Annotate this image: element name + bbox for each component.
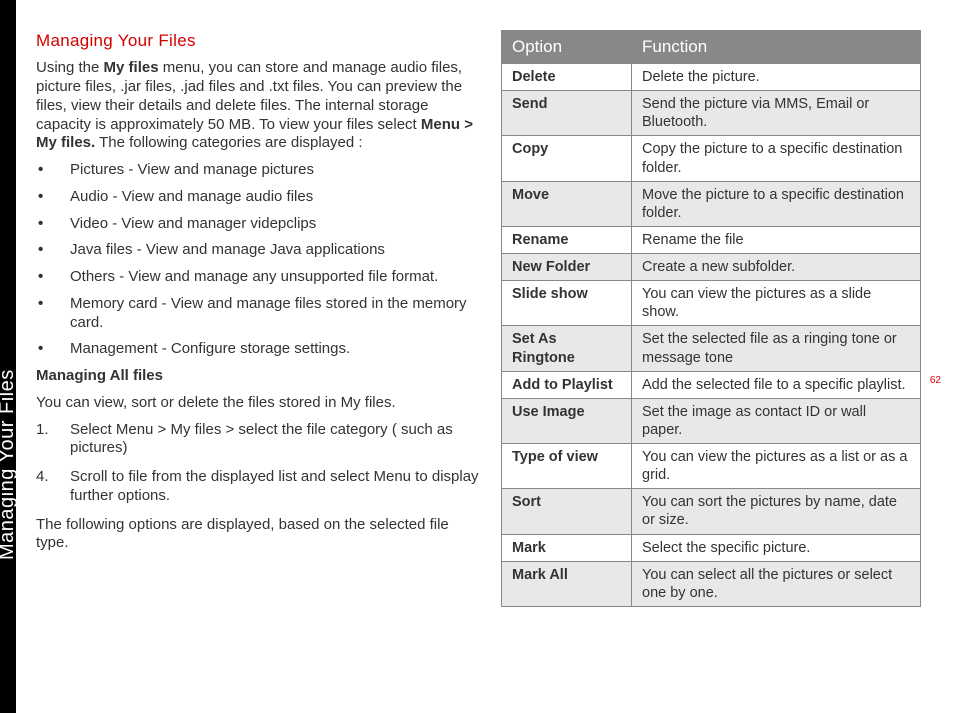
- bullet-icon: •: [36, 295, 70, 333]
- bullet-icon: •: [36, 241, 70, 260]
- list-item: •Management - Configure storage settings…: [36, 340, 481, 359]
- th-function: Function: [632, 31, 921, 64]
- table-row: DeleteDelete the picture.: [502, 64, 921, 91]
- cell-function: Copy the picture to a specific destinati…: [632, 136, 921, 181]
- table-row: Set As RingtoneSet the selected file as …: [502, 326, 921, 371]
- category-list: •Pictures - View and manage pictures•Aud…: [36, 161, 481, 359]
- text-run: The following categories are displayed :: [95, 134, 362, 151]
- list-item: •Audio - View and manage audio files: [36, 188, 481, 207]
- list-item-text: Management - Configure storage settings.: [70, 340, 481, 359]
- steps-list: 1.Select Menu > My files > select the fi…: [36, 421, 481, 506]
- list-item-text: Java files - View and manage Java applic…: [70, 241, 481, 260]
- th-option: Option: [502, 31, 632, 64]
- list-item: •Others - View and manage any unsupporte…: [36, 268, 481, 287]
- text-run: Scroll to file from the displayed list a…: [70, 468, 373, 485]
- intro-paragraph: Using the My files menu, you can store a…: [36, 59, 481, 153]
- list-item-text: Audio - View and manage audio files: [70, 188, 481, 207]
- text-run: Menu > My files: [116, 421, 221, 438]
- text-run: Menu: [373, 468, 411, 485]
- text-run: My files: [104, 59, 159, 76]
- list-item-text: Memory card - View and manage files stor…: [70, 295, 481, 333]
- table-row: Mark AllYou can select all the pictures …: [502, 561, 921, 606]
- sidebar-tab: Managing Your Files: [0, 0, 16, 713]
- bullet-icon: •: [36, 188, 70, 207]
- trailing-paragraph: The following options are displayed, bas…: [36, 516, 481, 554]
- list-item: •Pictures - View and manage pictures: [36, 161, 481, 180]
- step-item: 4.Scroll to file from the displayed list…: [36, 468, 481, 506]
- cell-option: Mark All: [502, 561, 632, 606]
- table-row: Type of viewYou can view the pictures as…: [502, 444, 921, 489]
- table-row: Use ImageSet the image as contact ID or …: [502, 398, 921, 443]
- cell-option: New Folder: [502, 254, 632, 281]
- cell-function: Send the picture via MMS, Email or Bluet…: [632, 91, 921, 136]
- cell-option: Add to Playlist: [502, 371, 632, 398]
- options-table: Option Function DeleteDelete the picture…: [501, 30, 921, 607]
- step-item: 1.Select Menu > My files > select the fi…: [36, 421, 481, 459]
- cell-option: Delete: [502, 64, 632, 91]
- bullet-icon: •: [36, 340, 70, 359]
- sidebar-label: Managing Your Files: [0, 369, 19, 560]
- cell-option: Mark: [502, 534, 632, 561]
- cell-function: Set the selected file as a ringing tone …: [632, 326, 921, 371]
- page-number: 62: [930, 375, 941, 386]
- cell-function: You can view the pictures as a list or a…: [632, 444, 921, 489]
- cell-option: Copy: [502, 136, 632, 181]
- list-item-text: Others - View and manage any unsupported…: [70, 268, 481, 287]
- table-row: New FolderCreate a new subfolder.: [502, 254, 921, 281]
- cell-option: Type of view: [502, 444, 632, 489]
- text-run: Using the: [36, 59, 104, 76]
- table-row: CopyCopy the picture to a specific desti…: [502, 136, 921, 181]
- table-row: Add to PlaylistAdd the selected file to …: [502, 371, 921, 398]
- cell-function: Create a new subfolder.: [632, 254, 921, 281]
- page-content: Managing Your Files Using the My files m…: [36, 30, 948, 607]
- cell-option: Move: [502, 181, 632, 226]
- text-run: Select: [70, 421, 116, 438]
- cell-function: You can view the pictures as a slide sho…: [632, 281, 921, 326]
- sub-paragraph: You can view, sort or delete the files s…: [36, 394, 481, 413]
- step-text: Scroll to file from the displayed list a…: [70, 468, 481, 506]
- cell-function: Add the selected file to a specific play…: [632, 371, 921, 398]
- cell-function: You can select all the pictures or selec…: [632, 561, 921, 606]
- cell-function: Delete the picture.: [632, 64, 921, 91]
- table-row: MarkSelect the specific picture.: [502, 534, 921, 561]
- list-item-text: Video - View and manager videpclips: [70, 215, 481, 234]
- cell-option: Slide show: [502, 281, 632, 326]
- left-column: Managing Your Files Using the My files m…: [36, 30, 481, 607]
- cell-option: Set As Ringtone: [502, 326, 632, 371]
- cell-function: Rename the file: [632, 226, 921, 253]
- subheading: Managing All files: [36, 367, 481, 386]
- bullet-icon: •: [36, 215, 70, 234]
- step-text: Select Menu > My files > select the file…: [70, 421, 481, 459]
- bullet-icon: •: [36, 268, 70, 287]
- list-item: •Memory card - View and manage files sto…: [36, 295, 481, 333]
- step-number: 1.: [36, 421, 70, 459]
- table-row: SortYou can sort the pictures by name, d…: [502, 489, 921, 534]
- table-row: SendSend the picture via MMS, Email or B…: [502, 91, 921, 136]
- cell-option: Send: [502, 91, 632, 136]
- table-row: MoveMove the picture to a specific desti…: [502, 181, 921, 226]
- bullet-icon: •: [36, 161, 70, 180]
- table-row: Slide showYou can view the pictures as a…: [502, 281, 921, 326]
- page-title: Managing Your Files: [36, 30, 481, 51]
- cell-option: Use Image: [502, 398, 632, 443]
- cell-function: Move the picture to a specific destinati…: [632, 181, 921, 226]
- list-item: •Java files - View and manage Java appli…: [36, 241, 481, 260]
- cell-option: Sort: [502, 489, 632, 534]
- cell-option: Rename: [502, 226, 632, 253]
- step-number: 4.: [36, 468, 70, 506]
- right-column: Option Function DeleteDelete the picture…: [501, 30, 921, 607]
- cell-function: Select the specific picture.: [632, 534, 921, 561]
- list-item-text: Pictures - View and manage pictures: [70, 161, 481, 180]
- list-item: •Video - View and manager videpclips: [36, 215, 481, 234]
- cell-function: You can sort the pictures by name, date …: [632, 489, 921, 534]
- cell-function: Set the image as contact ID or wall pape…: [632, 398, 921, 443]
- table-row: RenameRename the file: [502, 226, 921, 253]
